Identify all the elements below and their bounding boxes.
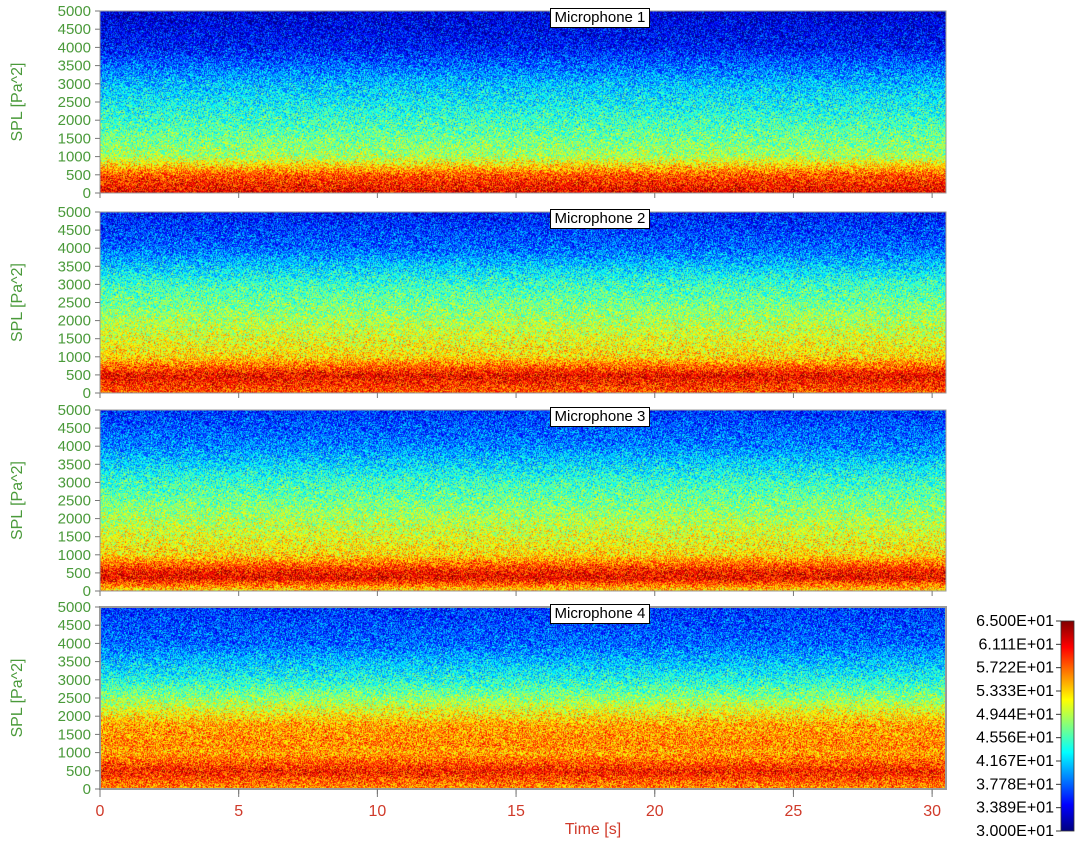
y-tick-label: 5000	[58, 204, 91, 221]
y-tick-label: 1500	[58, 130, 91, 147]
y-tick-label: 1000	[58, 745, 91, 762]
colorbar	[1060, 620, 1075, 832]
x-axis-label: Time [s]	[565, 821, 621, 838]
y-tick-label: 4000	[58, 240, 91, 257]
y-tick-label: 4500	[58, 420, 91, 437]
y-tick-label: 5000	[58, 402, 91, 419]
y-tick-label: 3500	[58, 654, 91, 671]
y-tick-label: 4000	[58, 635, 91, 652]
panel-title: Microphone 3	[549, 407, 651, 427]
x-tick-label: 20	[646, 803, 664, 820]
y-tick-label: 4000	[58, 438, 91, 455]
y-tick-label: 500	[66, 565, 91, 582]
y-tick-label: 2500	[58, 94, 91, 111]
x-tick-label: 0	[96, 803, 105, 820]
y-axis-label: SPL [Pa^2]	[9, 659, 26, 738]
y-tick-label: 0	[83, 781, 91, 798]
plot-frame	[99, 606, 947, 790]
y-tick-label: 2000	[58, 313, 91, 330]
colorbar-label: 4.556E+01	[976, 730, 1054, 747]
colorbar-label: 6.500E+01	[976, 613, 1054, 630]
x-tick-label: 15	[507, 803, 525, 820]
y-axis-label: SPL [Pa^2]	[9, 263, 26, 342]
figure-axes: 0500100015002000250030003500400045005000…	[9, 3, 1075, 840]
y-tick-label: 4500	[58, 21, 91, 38]
y-tick-label: 2500	[58, 690, 91, 707]
y-tick-label: 500	[66, 167, 91, 184]
panel-title: Microphone 4	[549, 604, 651, 624]
colorbar-label: 5.722E+01	[976, 660, 1054, 677]
y-tick-label: 3500	[58, 58, 91, 75]
x-tick-label: 25	[785, 803, 803, 820]
y-axis-label: SPL [Pa^2]	[9, 461, 26, 540]
y-tick-label: 3500	[58, 258, 91, 275]
colorbar-label: 5.333E+01	[976, 683, 1054, 700]
colorbar-label: 3.000E+01	[976, 823, 1054, 840]
y-tick-label: 5000	[58, 3, 91, 20]
colorbar-label: 3.389E+01	[976, 800, 1054, 817]
y-tick-label: 1500	[58, 529, 91, 546]
y-tick-label: 4000	[58, 39, 91, 56]
y-tick-label: 1000	[58, 349, 91, 366]
y-tick-label: 0	[83, 583, 91, 600]
x-tick-label: 30	[923, 803, 941, 820]
y-tick-label: 3000	[58, 672, 91, 689]
y-tick-label: 1500	[58, 331, 91, 348]
colorbar-label: 4.167E+01	[976, 753, 1054, 770]
y-tick-label: 2000	[58, 708, 91, 725]
colorbar-label: 3.778E+01	[976, 776, 1054, 793]
y-tick-label: 2500	[58, 295, 91, 312]
y-tick-label: 2000	[58, 511, 91, 528]
panel-title: Microphone 1	[549, 8, 651, 28]
x-tick-label: 10	[368, 803, 386, 820]
y-tick-label: 500	[66, 763, 91, 780]
y-tick-label: 5000	[58, 599, 91, 616]
y-tick-label: 3000	[58, 76, 91, 93]
y-tick-label: 0	[83, 385, 91, 402]
x-tick-label: 5	[234, 803, 243, 820]
colorbar-label: 4.944E+01	[976, 706, 1054, 723]
y-tick-label: 3500	[58, 456, 91, 473]
panel-title: Microphone 2	[549, 209, 651, 229]
y-axis-label: SPL [Pa^2]	[9, 63, 26, 142]
plot-frame	[99, 10, 947, 194]
y-tick-label: 2000	[58, 112, 91, 129]
y-tick-label: 4500	[58, 222, 91, 239]
colorbar-label: 6.111E+01	[979, 636, 1055, 653]
y-tick-label: 0	[83, 185, 91, 202]
y-tick-label: 4500	[58, 617, 91, 634]
plot-frame	[99, 211, 947, 394]
y-tick-label: 2500	[58, 493, 91, 510]
spectrogram-figure: 0 500 1000 1500 2000 2500 3000 3500 4000 4500 5000…	[0, 0, 1080, 842]
y-tick-label: 500	[66, 367, 91, 384]
y-tick-label: 1000	[58, 547, 91, 564]
y-tick-label: 3000	[58, 276, 91, 293]
y-tick-label: 1000	[58, 149, 91, 166]
y-tick-label: 1500	[58, 726, 91, 743]
plot-frame	[99, 409, 947, 592]
y-tick-label: 3000	[58, 474, 91, 491]
